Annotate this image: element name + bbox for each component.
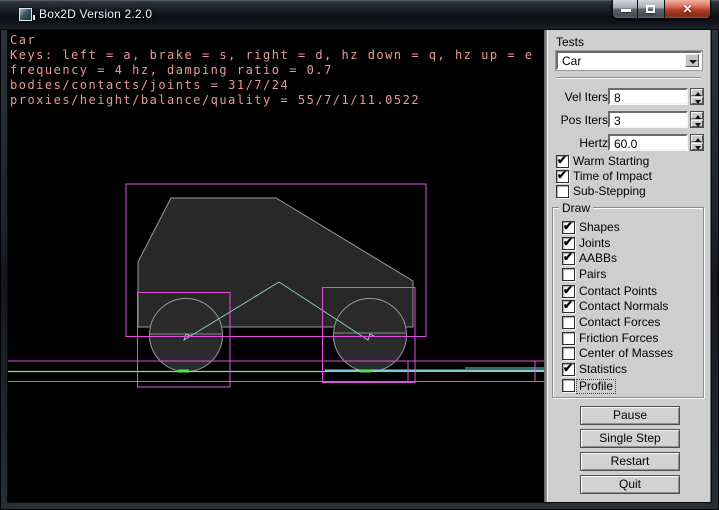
tests-dropdown-value: Car xyxy=(562,54,581,68)
proxies-line: proxies/height/balance/quality = 55/7/1/… xyxy=(10,93,533,108)
checkbox-box[interactable]: ✔ xyxy=(562,332,575,345)
draw-group-title: Draw xyxy=(559,201,593,215)
hertz-input[interactable]: 60.0 xyxy=(608,134,688,151)
checkbox-box[interactable]: ✔ xyxy=(562,363,575,376)
check-icon: ✔ xyxy=(557,169,567,182)
vel-iters-label: Vel Iters xyxy=(565,90,608,104)
spinner-up-button[interactable] xyxy=(691,89,703,96)
single-step-button[interactable]: Single Step xyxy=(580,429,680,448)
checkbox-label[interactable]: Warm Starting xyxy=(573,155,649,168)
restart-button[interactable]: Restart xyxy=(580,452,680,471)
pos-iters-row: Pos Iters 3 xyxy=(548,111,712,128)
spinner-down-button[interactable] xyxy=(691,143,703,150)
stats-text: Car Keys: left = a, brake = s, right = d… xyxy=(10,33,533,108)
minimize-button[interactable] xyxy=(612,0,638,19)
checkbox-box[interactable]: ✔ xyxy=(562,300,575,313)
checkbox-box[interactable]: ✔ xyxy=(562,252,575,265)
arrow-down-icon xyxy=(695,100,701,104)
checkbox-label[interactable]: Profile xyxy=(576,379,616,394)
chevron-down-icon xyxy=(689,60,697,64)
close-button[interactable]: ✕ xyxy=(664,0,711,19)
app-window: Box2D Version 2.2.0 ✕ xyxy=(0,0,719,510)
tests-dropdown[interactable]: Car xyxy=(556,51,702,70)
checkbox-box[interactable]: ✔ xyxy=(562,379,575,392)
checkbox-box[interactable]: ✔ xyxy=(556,170,569,183)
checkbox-box[interactable]: ✔ xyxy=(562,285,575,298)
check-icon: ✔ xyxy=(563,251,573,264)
right-contact-point xyxy=(360,370,371,373)
pause-button[interactable]: Pause xyxy=(580,406,680,425)
test-name: Car xyxy=(10,33,533,48)
close-icon: ✕ xyxy=(665,2,710,16)
checkbox-box[interactable]: ✔ xyxy=(562,347,575,360)
left-contact-point xyxy=(178,370,189,373)
arrow-up-icon xyxy=(695,138,701,142)
arrow-up-icon xyxy=(695,115,701,119)
quit-button[interactable]: Quit xyxy=(580,475,680,494)
window-title: Box2D Version 2.2.0 xyxy=(39,7,152,21)
tests-dropdown-button[interactable] xyxy=(685,54,699,67)
title-bar[interactable]: Box2D Version 2.2.0 ✕ xyxy=(0,0,719,30)
maximize-icon xyxy=(646,5,655,13)
check-icon: ✔ xyxy=(563,284,573,297)
pos-iters-input[interactable]: 3 xyxy=(608,111,688,128)
check-icon: ✔ xyxy=(557,154,567,167)
caption-buttons: ✕ xyxy=(612,0,711,19)
pos-iters-label: Pos Iters xyxy=(561,113,608,127)
arrow-down-icon xyxy=(695,123,701,127)
spinner-up-button[interactable] xyxy=(691,135,703,142)
hertz-label: Hertz xyxy=(579,136,608,150)
check-icon: ✔ xyxy=(563,299,573,312)
app-icon xyxy=(19,8,32,21)
check-icon: ✔ xyxy=(563,220,573,233)
vel-iters-spinner xyxy=(690,88,704,105)
checkbox-box[interactable]: ✔ xyxy=(562,237,575,250)
checkbox-label[interactable]: Contact Points xyxy=(579,285,657,298)
check-icon: ✔ xyxy=(563,362,573,375)
checkbox-box[interactable]: ✔ xyxy=(556,185,569,198)
checkbox-label[interactable]: Shapes xyxy=(579,221,620,234)
checkbox-box[interactable]: ✔ xyxy=(562,268,575,281)
hertz-row: Hertz 60.0 xyxy=(548,134,712,151)
checkbox-label[interactable]: Contact Normals xyxy=(579,300,668,313)
arrow-down-icon xyxy=(695,146,701,150)
checkbox-label[interactable]: Joints xyxy=(579,237,610,250)
spinner-up-button[interactable] xyxy=(691,112,703,119)
hertz-spinner xyxy=(690,134,704,151)
checkbox-label[interactable]: Center of Masses xyxy=(579,347,673,360)
vel-iters-input[interactable]: 8 xyxy=(608,88,688,105)
checkbox-label[interactable]: Statistics xyxy=(579,363,627,376)
checkbox-label[interactable]: Pairs xyxy=(579,268,606,281)
arrow-up-icon xyxy=(695,92,701,96)
client-area: Car Keys: left = a, brake = s, right = d… xyxy=(8,30,711,502)
frequency-line: frequency = 4 hz, damping ratio = 0.7 xyxy=(10,63,533,78)
checkbox-box[interactable]: ✔ xyxy=(556,155,569,168)
checkbox-box[interactable]: ✔ xyxy=(562,221,575,234)
bodies-line: bodies/contacts/joints = 31/7/24 xyxy=(10,78,533,93)
checkbox-label[interactable]: Contact Forces xyxy=(579,316,660,329)
separator xyxy=(556,77,701,79)
vel-iters-row: Vel Iters 8 xyxy=(548,88,712,105)
checkbox-label[interactable]: Time of Impact xyxy=(573,170,652,183)
pos-iters-spinner xyxy=(690,111,704,128)
check-icon: ✔ xyxy=(563,236,573,249)
keys-help: Keys: left = a, brake = s, right = d, hz… xyxy=(10,48,533,63)
control-panel: Tests Car Vel Iters 8 Pos Iters 3 xyxy=(547,30,711,502)
checkbox-box[interactable]: ✔ xyxy=(562,316,575,329)
minimize-icon xyxy=(621,9,631,12)
checkbox-label[interactable]: Sub-Stepping xyxy=(573,185,646,198)
checkbox-label[interactable]: AABBs xyxy=(579,252,617,265)
simulation-canvas[interactable]: Car Keys: left = a, brake = s, right = d… xyxy=(8,30,544,502)
maximize-button[interactable] xyxy=(638,0,664,19)
spinner-down-button[interactable] xyxy=(691,97,703,104)
draw-groupbox: Draw ✔ Shapes ✔ Joints ✔ AABBs ✔ Pairs xyxy=(552,207,704,398)
checkbox-label[interactable]: Friction Forces xyxy=(579,332,658,345)
tests-label: Tests xyxy=(556,35,584,49)
spinner-down-button[interactable] xyxy=(691,120,703,127)
